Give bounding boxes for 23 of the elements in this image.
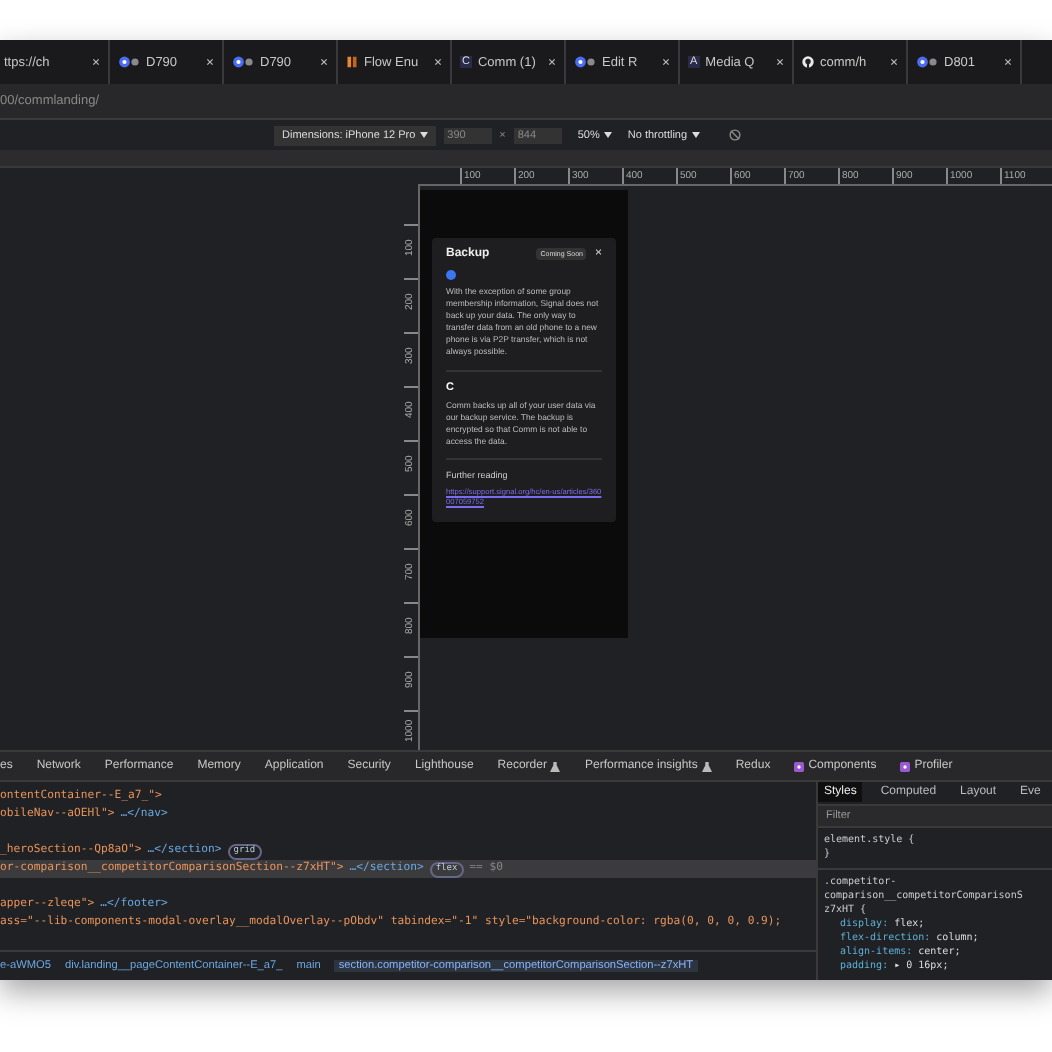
flask-icon <box>550 761 561 771</box>
close-icon[interactable] <box>662 58 670 66</box>
caret-icon <box>603 131 612 138</box>
close-icon[interactable] <box>776 58 784 66</box>
close-icon[interactable] <box>206 58 214 66</box>
close-icon[interactable] <box>548 58 556 66</box>
close-icon[interactable] <box>92 58 100 66</box>
globe-icon <box>574 56 596 68</box>
flask-icon <box>701 761 712 771</box>
close-icon[interactable] <box>890 58 898 66</box>
caret-icon <box>419 131 428 138</box>
flow-icon <box>346 56 358 68</box>
globe-icon <box>916 56 938 68</box>
caret-icon <box>691 131 700 138</box>
rotate-icon[interactable] <box>727 128 742 142</box>
close-icon[interactable] <box>1004 58 1012 66</box>
globe-icon <box>232 56 254 68</box>
logo-icon <box>446 270 456 280</box>
close-icon[interactable] <box>434 58 442 66</box>
atom-icon <box>900 761 911 771</box>
close-icon[interactable] <box>320 58 328 66</box>
globe-icon <box>118 56 140 68</box>
atom-icon <box>794 761 805 771</box>
